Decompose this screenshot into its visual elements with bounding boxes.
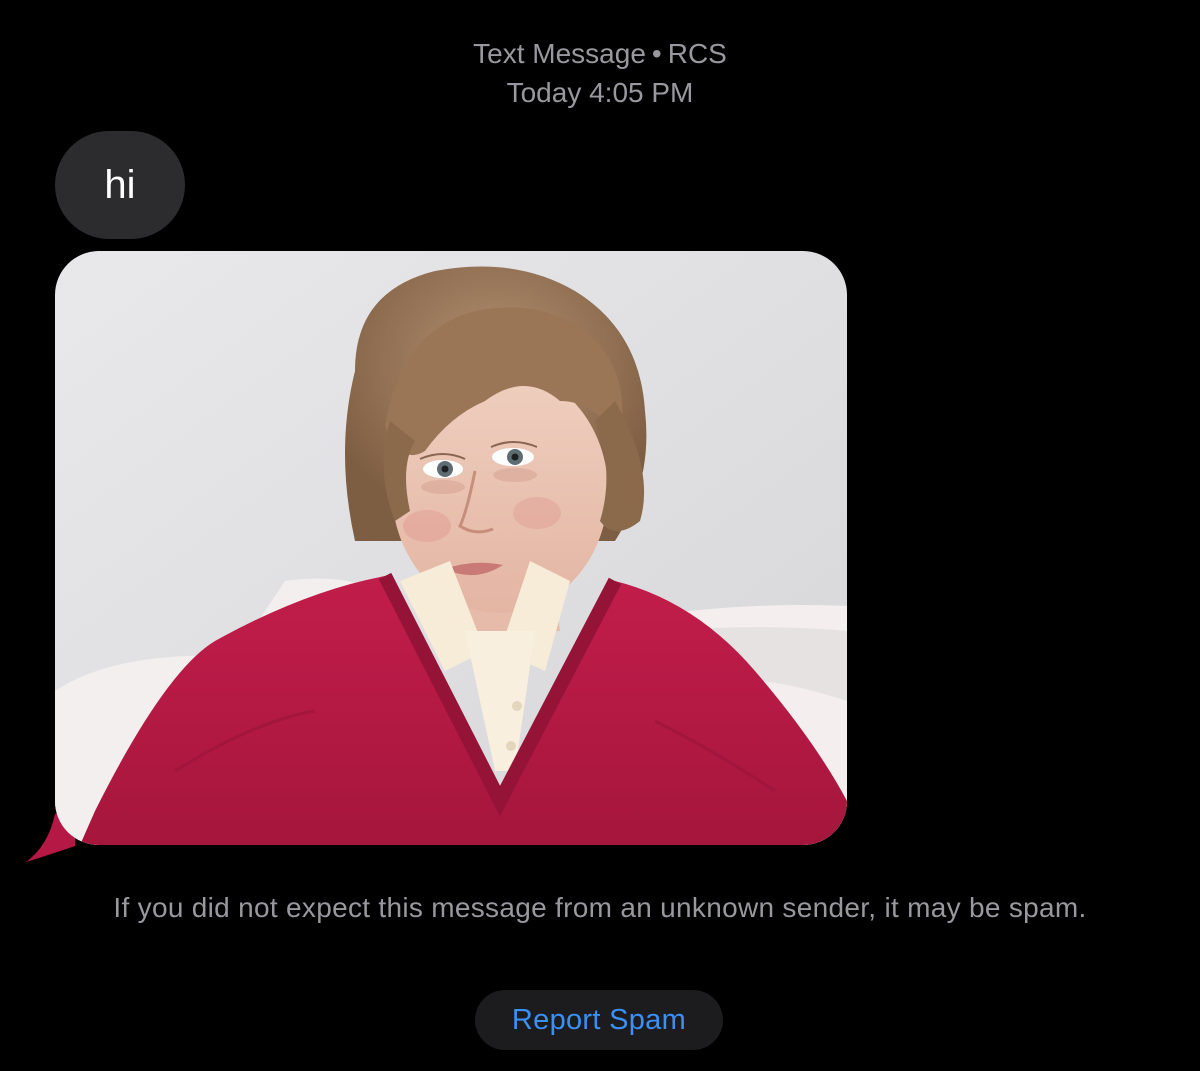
selfie-photo[interactable] <box>55 251 847 845</box>
timestamp: Today 4:05 PM <box>506 77 694 108</box>
message-text: hi <box>104 162 136 207</box>
separator-dot: • <box>651 38 662 69</box>
conversation-header: Text Message • RCS Today 4:05 PM <box>0 34 1200 112</box>
report-spam-button[interactable]: Report Spam <box>475 990 723 1050</box>
incoming-message-bubble[interactable]: hi <box>55 131 185 239</box>
protocol-label: RCS <box>667 38 727 69</box>
image-message-bubble[interactable] <box>55 251 847 845</box>
spam-warning-text: If you did not expect this message from … <box>113 892 1087 923</box>
channel-label: Text Message <box>473 38 646 69</box>
message-type-line: Text Message • RCS <box>0 34 1200 73</box>
